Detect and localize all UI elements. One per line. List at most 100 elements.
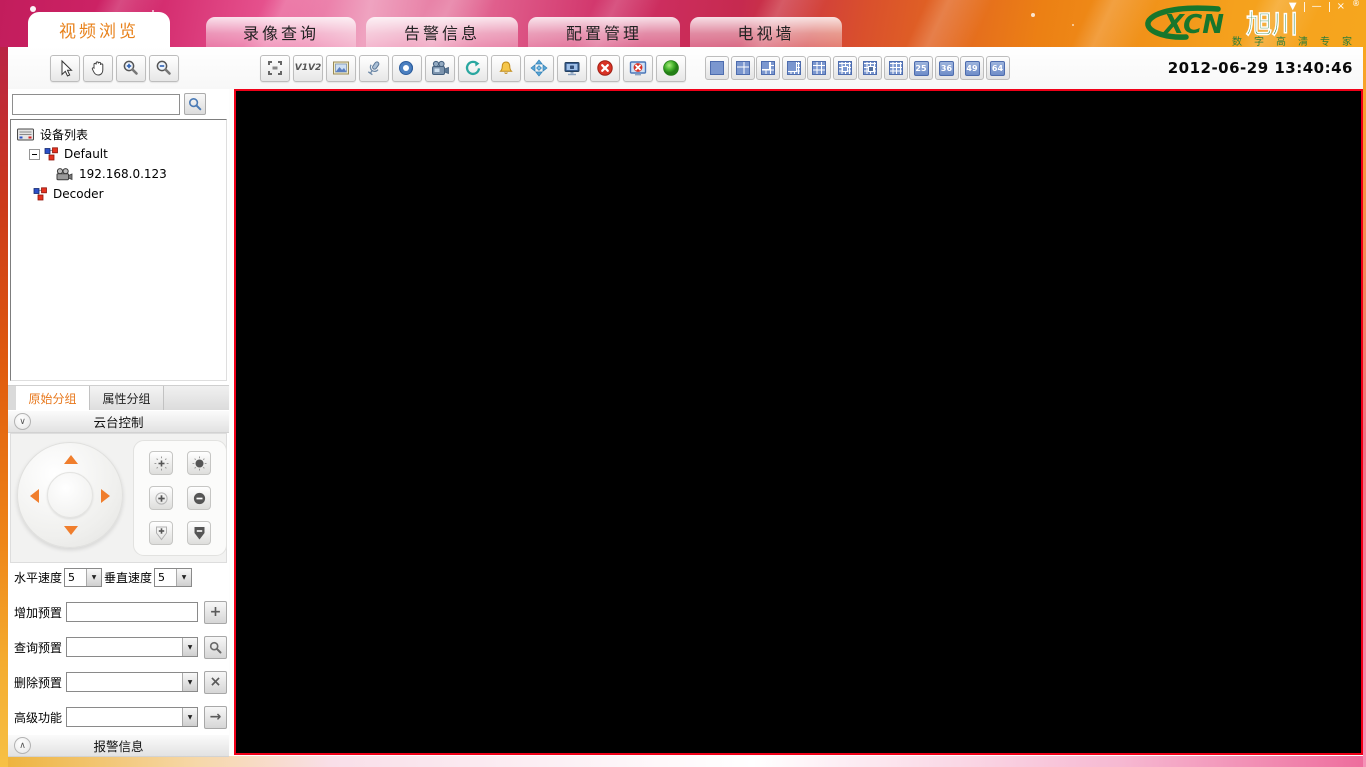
tab-attribute-group[interactable]: 属性分组 [90,386,164,410]
preset-add-input[interactable] [66,602,198,622]
preset-delete-select[interactable]: ▼ [66,672,198,692]
preset-query-row: 查询预置 ▼ [14,635,227,659]
tree-node-default[interactable]: Default [11,144,226,164]
preset-query-button[interactable] [204,635,227,659]
layout-25-button[interactable]: 25 [909,56,933,80]
microphone-button[interactable] [359,54,389,82]
layout-16-center-button[interactable] [858,56,882,80]
fullscreen-button[interactable] [260,54,290,82]
tab-tv-wall[interactable]: 电视墙 [690,17,842,47]
layout-9-button[interactable] [807,56,831,80]
tree-node-camera[interactable]: 192.168.0.123 [11,164,226,184]
layout-1-button[interactable] [705,56,729,80]
tab-original-group[interactable]: 原始分组 [16,386,90,410]
speed-row: 水平速度 5 ▼ 垂直速度 5 ▼ [14,566,227,588]
preset-add-button[interactable]: + [204,600,227,624]
rollup-icon[interactable]: ▼ [1289,1,1297,13]
main-content: V1V2 25 36 49 64 2012-06-29 13:40:46 设备列… [8,47,1363,757]
collapse-ptz-button[interactable]: ∨ [14,413,31,430]
start-monitor-icon [663,60,679,76]
layout-8-button[interactable] [781,56,806,80]
preset-delete-label: 删除预置 [14,675,63,690]
layout-13-button[interactable] [832,56,857,80]
vertical-speed-select[interactable]: 5 ▼ [154,567,193,587]
tab-config-management[interactable]: 配置管理 [528,17,680,47]
focus-minus-icon [194,527,204,540]
tab-record-query[interactable]: 录像查询 [206,17,356,47]
pan-button[interactable] [83,54,113,82]
device-tree: 设备列表 Default 192.168.0.123 Decoder [10,119,227,381]
logo-brand-cn-text: 旭川 [1246,10,1298,40]
ptz-panel [10,433,227,563]
layout-64-button[interactable]: 64 [985,56,1010,80]
ptz-down-icon[interactable] [64,526,78,535]
dropdown-arrow-icon[interactable]: ▼ [86,568,102,586]
dropdown-arrow-icon[interactable]: ▼ [176,568,192,586]
advanced-function-select[interactable]: ▼ [66,707,198,727]
ptz-up-icon[interactable] [64,455,78,464]
separator [1303,2,1305,12]
layout-16-button[interactable] [883,56,908,80]
tab-video-browse[interactable]: 视频浏览 [28,12,170,47]
dropdown-arrow-icon[interactable]: ▼ [182,708,197,726]
layout-4-icon [735,61,750,75]
dropdown-arrow-icon[interactable]: ▼ [182,638,197,656]
close-button[interactable]: × [1337,1,1345,13]
layout-6-button[interactable] [756,56,780,80]
stop-all-button[interactable] [623,54,653,82]
camera-icon [56,167,73,180]
horizontal-speed-select[interactable]: 5 ▼ [64,567,103,587]
advanced-go-button[interactable]: → [204,705,227,729]
alarm-bell-button[interactable] [491,54,521,82]
zoom-minus-button[interactable] [187,486,211,510]
layout-36-button[interactable]: 36 [934,56,959,80]
v1v2-label: V1V2 [294,63,322,73]
tree-node-decoder[interactable]: Decoder [11,184,226,204]
stop-button[interactable] [590,54,620,82]
focus-plus-button[interactable] [149,521,173,545]
focus-minus-button[interactable] [187,521,211,545]
preset-query-select[interactable]: ▼ [66,637,198,657]
minimize-button[interactable]: — [1312,1,1322,13]
tab-alarm-info[interactable]: 告警信息 [366,17,518,47]
snapshot-button[interactable] [326,54,356,82]
search-icon [209,641,222,653]
dropdown-arrow-icon[interactable]: ▼ [182,673,197,691]
ptz-section-title: 云台控制 [93,415,144,430]
group-tabs-filler [164,386,229,410]
cursor-button[interactable] [50,54,80,82]
zoom-plus-button[interactable] [149,486,173,510]
zoom-in-button[interactable] [116,54,146,82]
v1v2-stream-button[interactable]: V1V2 [293,54,323,82]
layout-49-icon: 49 [964,60,980,76]
horizontal-speed-value: 5 [68,570,76,584]
preset-delete-button[interactable]: × [204,670,227,694]
ptz-center-knob[interactable] [47,472,93,518]
zoom-out-button[interactable] [149,54,179,82]
camcorder-button[interactable] [425,54,455,82]
layout-64-icon: 64 [990,60,1005,76]
ptz-left-icon[interactable] [30,489,39,503]
device-search-input[interactable] [12,93,180,115]
ptz-move-button[interactable] [524,54,554,82]
device-list-icon [17,128,34,140]
speaker-button[interactable] [392,54,422,82]
iris-minus-button[interactable] [187,451,211,475]
layout-16-icon [888,61,903,75]
collapse-expander-icon[interactable] [29,148,40,160]
preset-delete-value [67,673,182,691]
tree-root-device-list[interactable]: 设备列表 [11,124,226,144]
start-monitor-button[interactable] [656,54,686,82]
ptz-direction-pad[interactable] [17,442,123,548]
iris-plus-button[interactable] [149,451,173,475]
refresh-button[interactable] [458,54,488,82]
layout-4-button[interactable] [730,56,755,80]
expand-alarm-button[interactable]: ∧ [14,737,31,754]
layout-16-center-icon [863,61,877,75]
sidebar: 设备列表 Default 192.168.0.123 Decoder 原始分组 … [8,89,229,757]
ptz-right-icon[interactable] [101,489,110,503]
layout-49-button[interactable]: 49 [960,56,984,80]
device-search-button[interactable] [184,93,206,115]
screen-capture-button[interactable] [557,54,587,82]
video-canvas[interactable] [234,89,1363,755]
